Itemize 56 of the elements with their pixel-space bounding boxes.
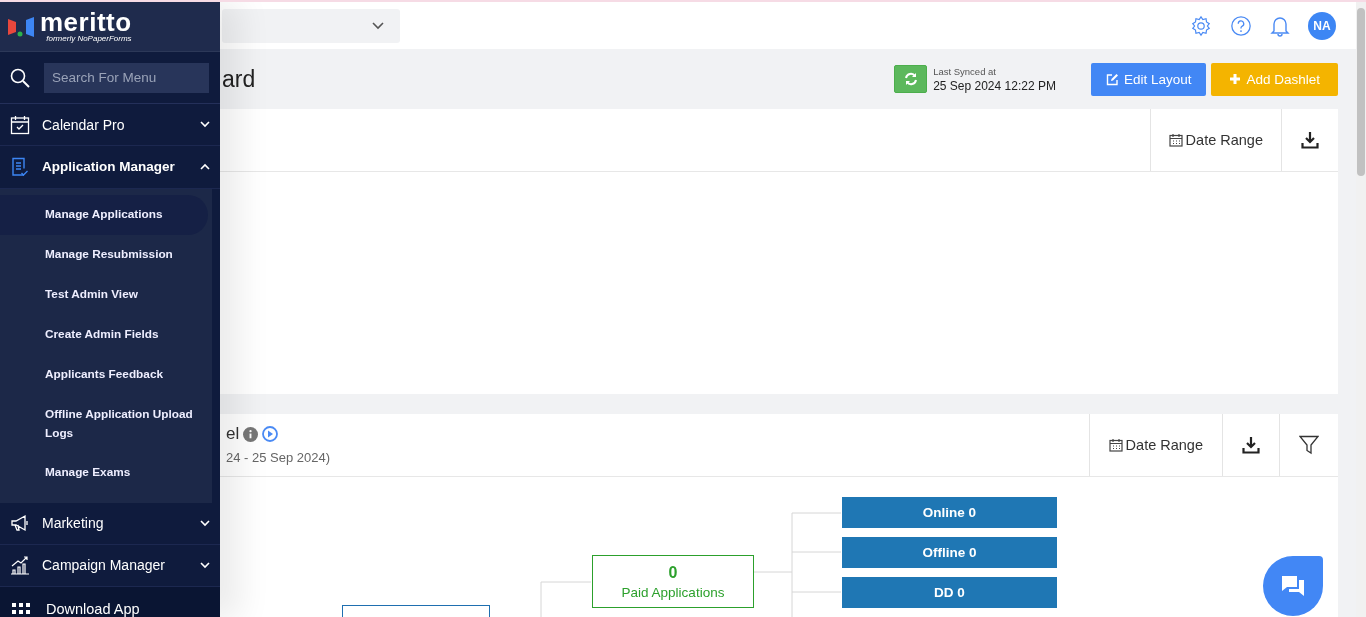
chevron-down-icon: [372, 21, 384, 30]
megaphone-icon: [10, 513, 30, 534]
edit-icon: [1105, 72, 1119, 86]
chat-icon: [1281, 575, 1305, 597]
logo-wordmark: meritto: [40, 10, 132, 35]
logo-tagline: formerly NoPaperForms: [46, 34, 132, 44]
dashlet-title: el: [226, 424, 240, 444]
menu-item[interactable]: Application Manager: [0, 146, 220, 189]
channel-node: DD 0: [842, 577, 1057, 608]
chevron-up-icon: [200, 163, 210, 171]
sync-label: Last Synced at: [933, 65, 997, 77]
paid-count: 0: [668, 563, 678, 582]
bar-chart-icon: [10, 555, 30, 576]
grid-icon: [12, 601, 30, 617]
info-icon[interactable]: [243, 426, 259, 442]
sync-time: 25 Sep 2024 12:22 PM: [933, 78, 1056, 93]
user-avatar[interactable]: NA: [1308, 11, 1336, 40]
chevron-down-icon: [200, 519, 210, 527]
plus-icon: [1229, 73, 1242, 85]
search-icon[interactable]: [10, 67, 30, 88]
scrollbar-thumb[interactable]: [1357, 8, 1365, 176]
sync-button[interactable]: [894, 65, 928, 93]
connector-line: [540, 581, 592, 617]
download-icon: [1301, 131, 1319, 149]
submenu-item[interactable]: Create Admin Fields: [0, 314, 208, 355]
logo-mark-icon: [8, 15, 36, 38]
download-app-item[interactable]: Download App: [0, 587, 220, 617]
page-title: ard: [222, 65, 257, 93]
submenu-item[interactable]: Offline Application Upload Logs: [0, 394, 208, 453]
play-icon[interactable]: [262, 426, 279, 442]
help-icon[interactable]: [1230, 14, 1252, 37]
refresh-icon: [903, 72, 918, 86]
submenu-item[interactable]: Applicants Feedback: [0, 354, 208, 395]
menu-item[interactable]: Marketing: [0, 502, 220, 545]
paid-label: Paid Applications: [621, 584, 725, 600]
calendar-icon: [1108, 438, 1123, 452]
chevron-down-icon: [200, 561, 210, 569]
submenu-item[interactable]: Manage Applications: [0, 194, 208, 235]
chevron-down-icon: [200, 121, 210, 129]
menu-search-field[interactable]: Search For Menu: [44, 62, 209, 93]
date-span: 24 - 25 Sep 2024): [226, 450, 332, 465]
menu-item[interactable]: Calendar Pro: [0, 104, 220, 147]
filter-icon: [1299, 435, 1319, 455]
channel-node: Offline 0: [842, 537, 1057, 568]
download-icon: [1242, 436, 1260, 454]
submenu-item[interactable]: Manage Resubmission: [0, 234, 208, 275]
calendar-icon: [1168, 133, 1183, 147]
submenu-item[interactable]: Manage Exams: [0, 452, 208, 493]
document-check-icon: [10, 156, 30, 177]
bell-icon[interactable]: [1270, 14, 1290, 37]
menu-item[interactable]: Campaign Manager: [0, 544, 220, 587]
settings-icon[interactable]: [1190, 14, 1212, 37]
calendar-check-icon: [10, 114, 30, 135]
dropdown-field[interactable]: [222, 8, 400, 43]
submenu-item[interactable]: Test Admin View: [0, 274, 208, 315]
channel-node: Online 0: [842, 497, 1057, 528]
